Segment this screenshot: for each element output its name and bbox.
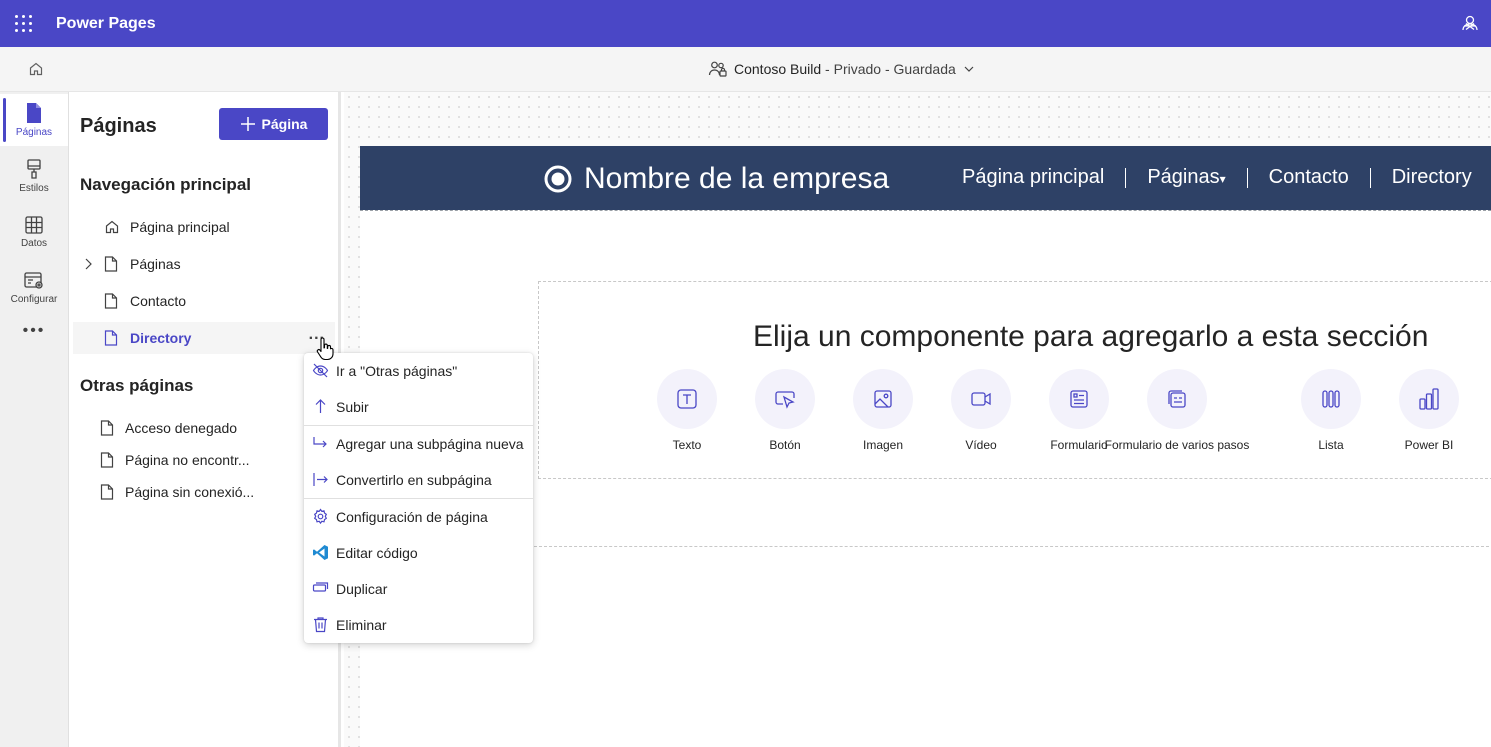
duplicate-icon	[312, 580, 329, 597]
vscode-icon	[312, 544, 329, 561]
form-icon	[1070, 390, 1088, 408]
arrow-up-icon	[312, 398, 329, 415]
button-icon	[775, 391, 795, 409]
panel-title: Páginas	[80, 115, 157, 137]
trash-icon	[312, 616, 329, 633]
company-name: Nombre de la empresa	[584, 162, 890, 195]
chevron-down-icon	[964, 66, 974, 72]
menu-item-page-settings[interactable]: Configuración de página	[304, 499, 533, 535]
rail-more-button[interactable]: •••	[0, 316, 68, 346]
site-nav-directory[interactable]: Directory	[1392, 166, 1472, 189]
site-status: - Privado - Guardada	[821, 61, 956, 77]
table-icon	[25, 216, 43, 234]
page-icon	[100, 420, 114, 436]
add-page-button[interactable]: Página	[219, 108, 328, 140]
home-icon	[104, 219, 120, 235]
component-multistep-form[interactable]: Formulario de varios pasos	[1102, 369, 1252, 452]
page-icon	[104, 330, 118, 346]
site-people-icon	[708, 61, 727, 77]
eye-off-icon	[312, 362, 329, 379]
page-icon	[27, 103, 41, 123]
menu-item-add-subpage[interactable]: Agregar una subpágina nueva	[304, 426, 533, 462]
header-border	[360, 210, 1491, 211]
rail-item-pages[interactable]: Páginas	[0, 94, 68, 146]
settings-icon	[24, 272, 43, 289]
nav-item-offline-page[interactable]: Página sin conexió...	[73, 476, 335, 508]
pages-panel: Páginas Página Navegación principal Pági…	[69, 92, 341, 747]
powerbi-icon	[1419, 388, 1439, 410]
page-icon	[104, 293, 118, 309]
more-icon: •••	[22, 322, 46, 339]
site-nav-pages[interactable]: Páginas▾	[1147, 166, 1225, 189]
company-brand[interactable]: Nombre de la empresa	[544, 162, 889, 196]
list-icon	[1322, 390, 1340, 408]
page-context-menu: Ir a "Otras páginas" Subir Agregar una s…	[304, 353, 533, 643]
add-subpage-icon	[312, 435, 329, 452]
menu-item-edit-code[interactable]: Editar código	[304, 535, 533, 571]
page-icon	[100, 452, 114, 468]
nav-item-pages[interactable]: Páginas	[73, 248, 335, 280]
menu-item-move-to-other-pages[interactable]: Ir a "Otras páginas"	[304, 353, 533, 389]
app-launcher-button[interactable]	[0, 0, 47, 47]
rail-item-styles[interactable]: Estilos	[0, 150, 68, 202]
main-nav-heading: Navegación principal	[80, 175, 251, 194]
rail-item-configure[interactable]: Configurar	[0, 262, 68, 314]
nav-item-directory[interactable]: Directory ...	[73, 322, 335, 354]
caret-down-icon: ▾	[1219, 172, 1226, 186]
page-icon	[100, 484, 114, 500]
nav-item-access-denied[interactable]: Acceso denegado	[73, 412, 335, 444]
page-icon	[104, 256, 118, 272]
left-rail: Páginas Estilos Datos Configurar •••	[0, 92, 69, 747]
empty-section[interactable]: Elija un componente para agregarlo a est…	[538, 281, 1491, 479]
multistep-form-icon	[1168, 390, 1186, 408]
site-nav-contact[interactable]: Contacto	[1269, 166, 1349, 189]
image-icon	[874, 390, 892, 408]
menu-item-make-subpage[interactable]: Convertirlo en subpágina	[304, 462, 533, 498]
nav-separator	[1369, 167, 1371, 188]
home-icon[interactable]	[28, 61, 46, 79]
site-header[interactable]: Nombre de la empresa Página principal Pá…	[360, 146, 1491, 210]
chevron-right-icon[interactable]	[81, 257, 95, 271]
app-bar: Power Pages	[0, 0, 1491, 47]
nav-separator	[1246, 167, 1248, 188]
command-bar: Contoso Build - Privado - Guardada	[0, 47, 1491, 92]
account-icon[interactable]	[1461, 14, 1481, 34]
site-top-nav: Página principal Páginas▾ Contacto Direc…	[962, 166, 1472, 189]
plus-icon	[240, 117, 255, 131]
nav-item-contact[interactable]: Contacto	[73, 285, 335, 317]
component-power-bi[interactable]: Power BI	[1354, 369, 1491, 452]
brush-icon	[27, 159, 41, 179]
section-border	[534, 546, 1491, 547]
nav-item-page-not-found[interactable]: Página no encontr...	[73, 444, 335, 476]
video-icon	[971, 392, 991, 406]
menu-item-duplicate[interactable]: Duplicar	[304, 571, 533, 607]
waffle-icon	[15, 15, 32, 32]
menu-item-delete[interactable]: Eliminar	[304, 607, 533, 643]
text-icon	[677, 389, 697, 409]
indent-icon	[312, 471, 329, 488]
menu-item-move-up[interactable]: Subir	[304, 389, 533, 425]
app-title: Power Pages	[56, 14, 156, 32]
nav-item-home[interactable]: Página principal	[73, 211, 335, 243]
site-name: Contoso Build	[734, 61, 822, 77]
rail-item-data[interactable]: Datos	[0, 206, 68, 258]
hand-cursor-icon	[316, 337, 334, 361]
site-selector[interactable]: Contoso Build - Privado - Guardada	[708, 60, 976, 78]
nav-separator	[1125, 167, 1127, 188]
other-pages-heading: Otras páginas	[80, 376, 194, 395]
gear-icon	[312, 508, 329, 525]
site-nav-home[interactable]: Página principal	[962, 166, 1104, 189]
company-logo-icon	[544, 165, 572, 193]
choose-component-prompt: Elija un componente para agregarlo a est…	[753, 320, 1429, 353]
